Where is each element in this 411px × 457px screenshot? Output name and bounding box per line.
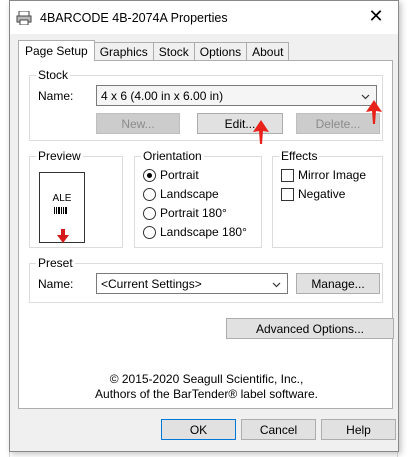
stock-group-label: Stock (36, 68, 71, 82)
checkbox-mirror-image[interactable]: Mirror Image (281, 168, 366, 182)
stock-name-label: Name: (38, 89, 74, 103)
preset-name-select[interactable]: <Current Settings> (96, 273, 288, 294)
stock-group: Stock Name: 4 x 6 (4.00 in x 6.00 in) Ne… (29, 68, 383, 141)
delete-stock-button[interactable]: Delete... (296, 113, 380, 134)
direction-arrow-icon (57, 229, 69, 243)
tab-about[interactable]: About (246, 42, 290, 61)
new-stock-button[interactable]: New... (96, 113, 180, 134)
effects-group-label: Effects (279, 149, 320, 163)
title-bar: 4BARCODE 4B-2074A Properties ✕ (10, 1, 398, 34)
orientation-group-label: Orientation (141, 149, 204, 163)
effects-group: Effects Mirror Image Negative (272, 149, 383, 248)
advanced-options-button[interactable]: Advanced Options... (226, 318, 394, 339)
chevron-down-icon (272, 278, 281, 288)
tab-options[interactable]: Options (193, 42, 248, 61)
copyright-text: © 2015-2020 Seagull Scientific, Inc., (109, 372, 304, 386)
printer-icon (16, 10, 32, 25)
authors-text: Authors of the BarTender® label software… (95, 387, 318, 401)
tab-page-setup[interactable]: Page Setup (18, 40, 95, 61)
tab-graphics[interactable]: Graphics (93, 42, 154, 61)
manage-button[interactable]: Manage... (296, 273, 380, 294)
preview-sample-text: ALE (52, 193, 72, 204)
help-button[interactable]: Help (321, 419, 396, 440)
page-setup-panel: Stock Name: 4 x 6 (4.00 in x 6.00 in) Ne… (18, 60, 394, 409)
edit-stock-button[interactable]: Edit... (197, 113, 283, 134)
radio-portrait[interactable]: Portrait (143, 168, 199, 182)
tab-strip: Page Setup Graphics Stock Options About (18, 40, 290, 61)
radio-portrait-180[interactable]: Portrait 180° (143, 206, 227, 220)
preset-name-value: <Current Settings> (101, 276, 202, 291)
orientation-group: Orientation Portrait Landscape Portrait … (134, 149, 262, 248)
preset-group: Preset Name: <Current Settings> Manage..… (29, 256, 383, 303)
preview-group: Preview ALE (29, 149, 123, 248)
close-button[interactable]: ✕ (354, 1, 398, 31)
chevron-down-icon (361, 90, 370, 100)
barcode-icon (54, 207, 70, 214)
radio-landscape[interactable]: Landscape (143, 187, 219, 201)
ok-button[interactable]: OK (161, 419, 236, 440)
background-window-right (397, 0, 411, 457)
label-preview: ALE (39, 172, 85, 243)
stock-name-select[interactable]: 4 x 6 (4.00 in x 6.00 in) (96, 85, 377, 106)
radio-landscape-180[interactable]: Landscape 180° (143, 225, 247, 239)
tab-stock[interactable]: Stock (152, 42, 195, 61)
window-title: 4BARCODE 4B-2074A Properties (40, 10, 228, 25)
preset-name-label: Name: (38, 277, 74, 291)
stock-name-value: 4 x 6 (4.00 in x 6.00 in) (101, 88, 224, 103)
preview-group-label: Preview (36, 149, 83, 163)
cancel-button[interactable]: Cancel (241, 419, 316, 440)
checkbox-negative[interactable]: Negative (281, 187, 345, 201)
properties-dialog: 4BARCODE 4B-2074A Properties ✕ Page Setu… (9, 0, 399, 452)
preset-group-label: Preset (36, 256, 75, 270)
